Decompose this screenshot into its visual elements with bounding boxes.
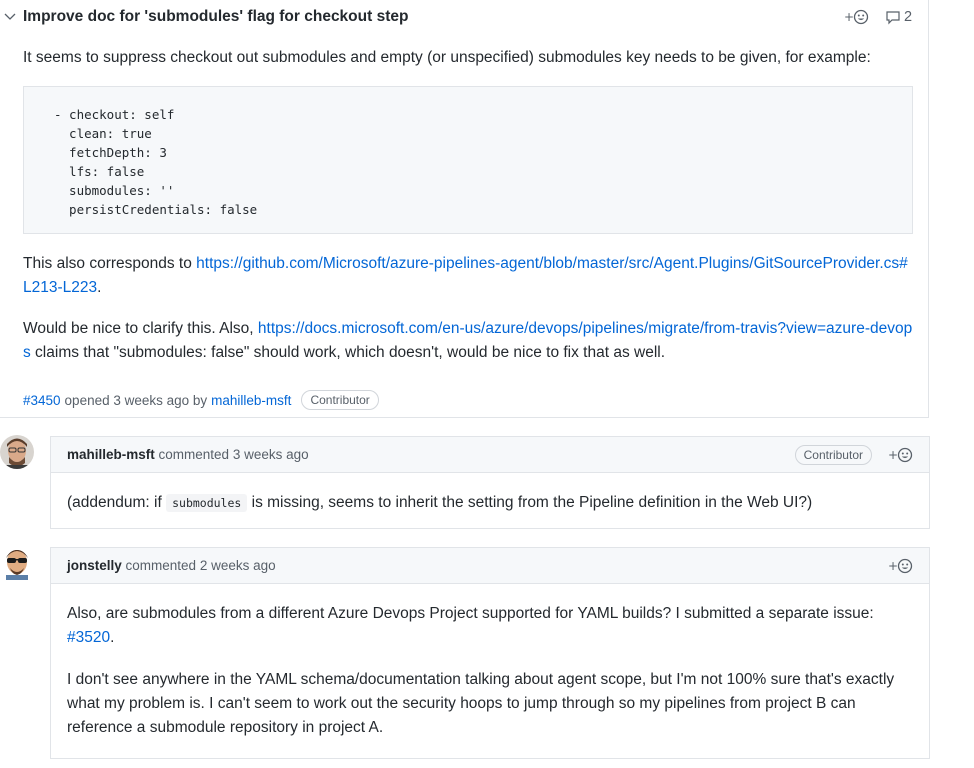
avatar-mahilleb[interactable] <box>0 435 34 469</box>
comment-2-author-line: jonstelly commented 2 weeks ago <box>67 558 276 573</box>
issue-meta: #3450 opened 3 weeks ago by mahilleb-msf… <box>23 390 379 410</box>
comment-2-paragraph-1: Also, are submodules from a different Az… <box>67 602 915 650</box>
issue-title[interactable]: Improve doc for 'submodules' flag for ch… <box>23 8 408 26</box>
code-block: - checkout: self clean: true fetchDepth:… <box>23 86 913 234</box>
inline-code: submodules <box>166 494 248 512</box>
comment-icon <box>886 11 900 25</box>
add-reaction-icon[interactable]: + <box>843 7 871 27</box>
issue-number-link[interactable]: #3450 <box>23 393 61 408</box>
comment-2-action[interactable]: commented 2 weeks ago <box>126 558 276 573</box>
paragraph-2-text: This also corresponds to <box>23 255 197 272</box>
issue-paragraph-2: This also corresponds to https://github.… <box>23 252 913 300</box>
comment-1-body: (addendum: if submodules is missing, see… <box>67 491 812 515</box>
add-reaction-icon[interactable]: + <box>887 445 915 465</box>
comment-1-contributor-badge: Contributor <box>794 445 872 465</box>
issue-header: Improve doc for 'submodules' flag for ch… <box>0 0 928 36</box>
comment-2-text: Also, are submodules from a different Az… <box>67 605 874 622</box>
paragraph-3-suffix: claims that "submodules: false" should w… <box>30 344 666 361</box>
avatar-jonstelly[interactable] <box>0 546 34 580</box>
chevron-down-icon[interactable] <box>3 9 17 23</box>
comment-1-action[interactable]: commented 3 weeks ago <box>159 447 309 462</box>
add-reaction-icon[interactable]: + <box>887 556 915 576</box>
comment-1-author[interactable]: mahilleb-msft <box>67 447 155 462</box>
paragraph-2-suffix: . <box>97 279 102 296</box>
comment-2: jonstelly commented 2 weeks ago + Also, … <box>50 547 930 759</box>
comment-2-header: jonstelly commented 2 weeks ago + <box>51 548 929 584</box>
comment-1: mahilleb-msft commented 3 weeks ago Cont… <box>50 436 930 529</box>
svg-text:+: + <box>844 10 854 24</box>
comment-2-author[interactable]: jonstelly <box>67 558 122 573</box>
comment-1-author-line: mahilleb-msft commented 3 weeks ago <box>67 447 309 462</box>
issue-paragraph-3: Would be nice to clarify this. Also, htt… <box>23 317 913 365</box>
issue-3520-link[interactable]: #3520 <box>67 629 110 646</box>
comment-2-paragraph-2: I don't see anywhere in the YAML schema/… <box>67 671 895 736</box>
issue-card: Improve doc for 'submodules' flag for ch… <box>0 0 929 418</box>
issue-paragraph-1: It seems to suppress checkout out submod… <box>23 49 871 66</box>
svg-text:+: + <box>888 559 898 573</box>
code-content: - checkout: self clean: true fetchDepth:… <box>54 107 258 217</box>
svg-text:+: + <box>888 448 898 462</box>
issue-opened-text: opened 3 weeks ago by <box>64 392 208 408</box>
issue-author-link[interactable]: mahilleb-msft <box>211 393 291 408</box>
contributor-badge: Contributor <box>301 390 379 410</box>
comment-1-header: mahilleb-msft commented 3 weeks ago Cont… <box>51 437 929 473</box>
paragraph-3-text: Would be nice to clarify this. Also, <box>23 320 258 337</box>
comments-count[interactable]: 2 <box>885 7 912 27</box>
comment-1-text: (addendum: if <box>67 494 167 511</box>
comment-2-text-suffix: . <box>110 629 115 646</box>
comment-1-text-suffix: is missing, seems to inherit the setting… <box>247 494 813 511</box>
comments-count-value: 2 <box>904 9 913 25</box>
